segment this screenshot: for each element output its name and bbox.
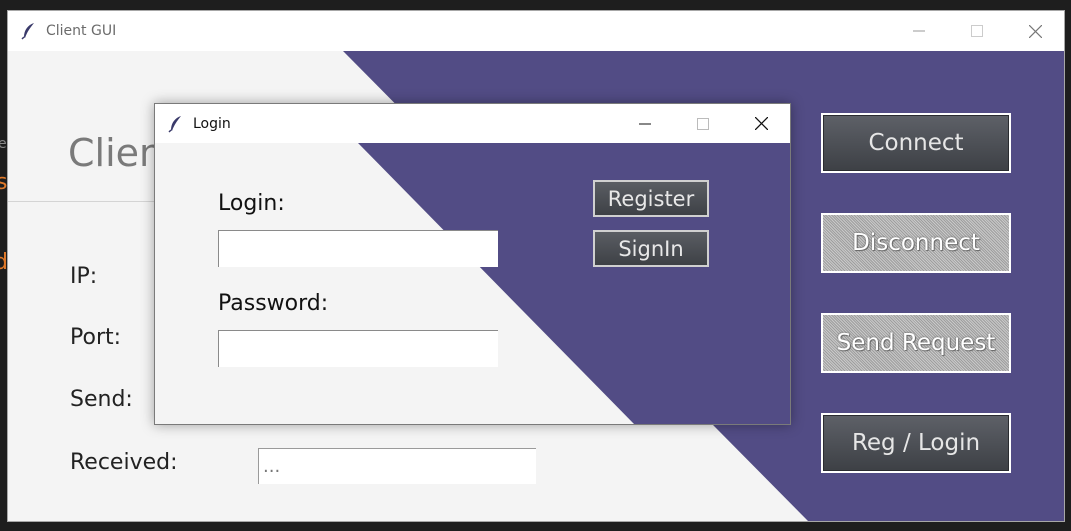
- login-close-button[interactable]: [732, 104, 790, 143]
- disconnect-button[interactable]: Disconnect: [821, 213, 1011, 273]
- password-input[interactable]: [218, 330, 498, 367]
- login-maximize-button[interactable]: [674, 104, 732, 143]
- feather-icon: [168, 115, 181, 133]
- login-dialog-title: Login: [193, 115, 231, 132]
- received-label: Received:: [70, 450, 178, 475]
- reg-login-button[interactable]: Reg / Login: [821, 413, 1011, 473]
- main-titlebar[interactable]: Client GUI: [8, 11, 1064, 51]
- window-title: Client GUI: [46, 23, 117, 39]
- login-minimize-button[interactable]: [616, 104, 674, 143]
- maximize-icon: [971, 25, 983, 37]
- minimize-button[interactable]: [890, 11, 948, 51]
- password-label: Password:: [218, 291, 329, 316]
- login-titlebar[interactable]: Login: [155, 104, 790, 143]
- maximize-button[interactable]: [948, 11, 1006, 51]
- port-label: Port:: [70, 325, 122, 350]
- login-label: Login:: [218, 191, 285, 216]
- close-icon: [754, 117, 768, 130]
- login-input[interactable]: [218, 230, 498, 267]
- received-field[interactable]: [258, 448, 536, 484]
- close-button[interactable]: [1006, 11, 1064, 51]
- login-dialog: Login Login: Password: Register SignIn: [154, 103, 791, 425]
- maximize-icon: [697, 117, 709, 130]
- minimize-icon: [639, 123, 651, 124]
- send-request-button[interactable]: Send Request: [821, 313, 1011, 373]
- send-label: Send:: [70, 387, 133, 412]
- minimize-icon: [913, 30, 925, 32]
- close-icon: [1028, 24, 1042, 38]
- login-client-area: Login: Password: Register SignIn: [155, 143, 790, 424]
- register-button[interactable]: Register: [593, 180, 709, 217]
- background-window-fragment: e: [0, 136, 7, 152]
- feather-icon: [21, 23, 34, 40]
- signin-button[interactable]: SignIn: [593, 230, 709, 267]
- ip-label: IP:: [70, 264, 98, 289]
- connect-button[interactable]: Connect: [821, 113, 1011, 173]
